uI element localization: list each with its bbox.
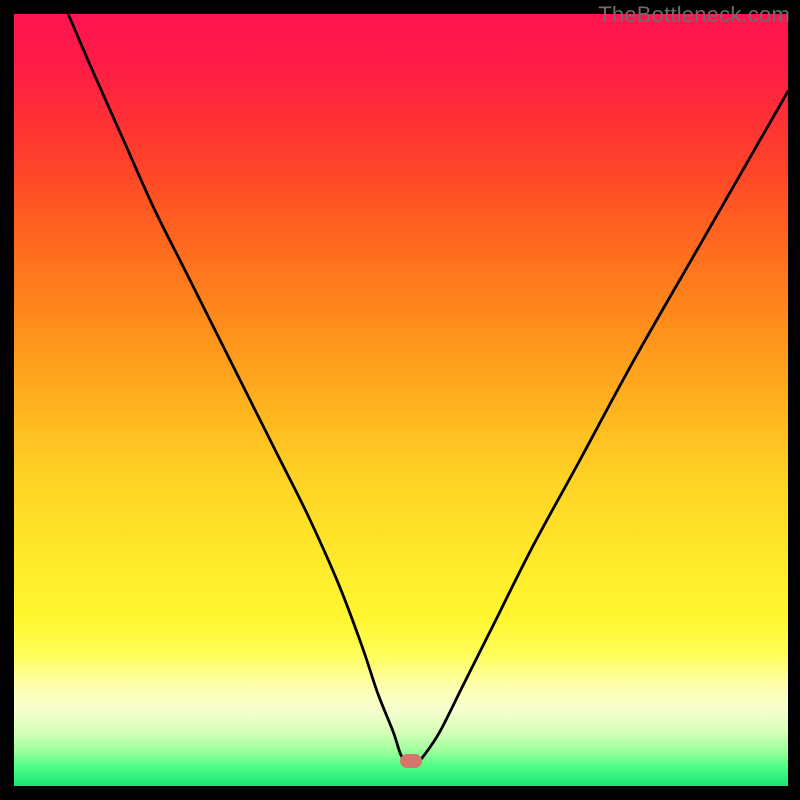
- curve-path: [68, 14, 788, 764]
- bottleneck-curve: [14, 14, 788, 786]
- stage: TheBottleneck.com: [0, 0, 800, 800]
- plot-area: [14, 14, 788, 786]
- optimum-marker: [400, 754, 422, 768]
- watermark-text: TheBottleneck.com: [598, 2, 790, 28]
